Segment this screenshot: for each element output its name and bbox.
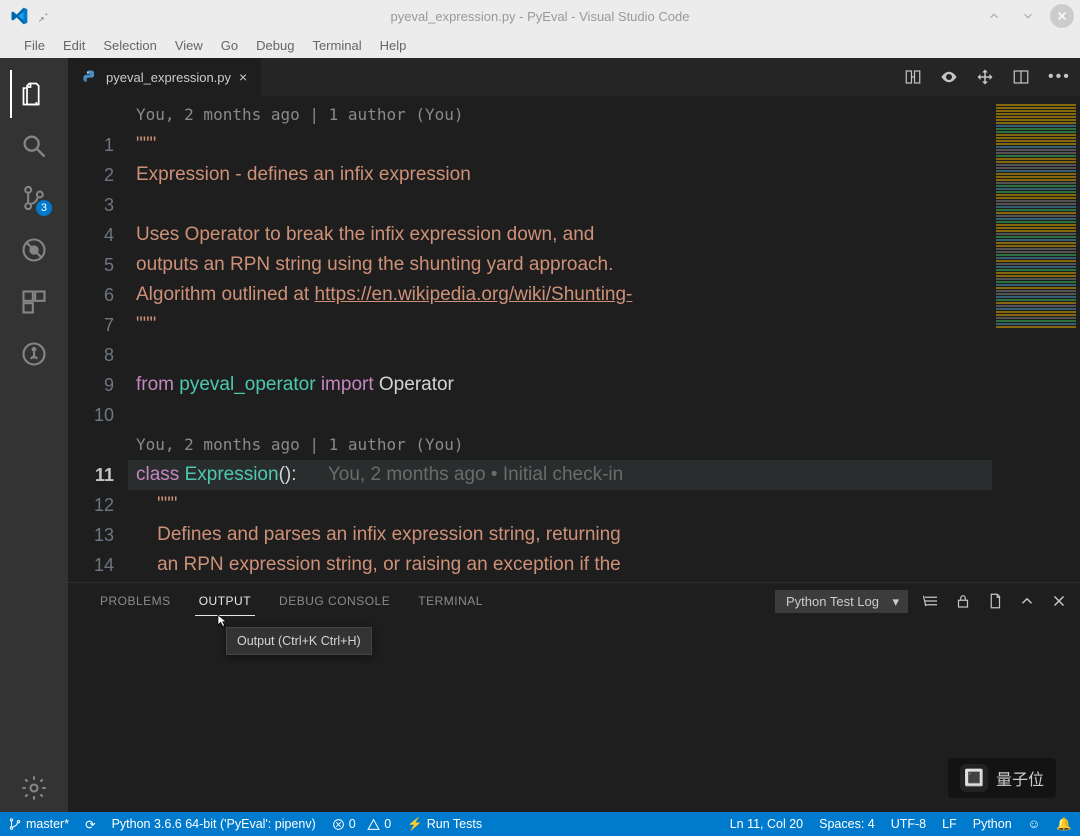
menu-debug[interactable]: Debug bbox=[248, 36, 302, 55]
status-branch[interactable]: master* bbox=[0, 812, 77, 836]
split-editor-icon[interactable] bbox=[1012, 68, 1030, 86]
panel-tab-terminal[interactable]: TERMINAL bbox=[404, 594, 497, 608]
output-tooltip: Output (Ctrl+K Ctrl+H) bbox=[226, 627, 372, 655]
activity-search[interactable] bbox=[10, 122, 58, 170]
vscode-logo-icon bbox=[10, 7, 28, 25]
status-notifications[interactable]: 🔔 bbox=[1048, 812, 1080, 836]
status-encoding[interactable]: UTF-8 bbox=[883, 812, 934, 836]
tab-filename: pyeval_expression.py bbox=[106, 70, 231, 85]
output-channel-select[interactable]: Python Test Log bbox=[775, 590, 908, 613]
titlebar: pyeval_expression.py - PyEval - Visual S… bbox=[0, 0, 1080, 32]
python-file-icon bbox=[82, 69, 98, 85]
status-eol[interactable]: LF bbox=[934, 812, 965, 836]
tab-close-icon[interactable]: × bbox=[239, 69, 247, 85]
status-feedback[interactable]: ☺ bbox=[1020, 812, 1049, 836]
toggle-file-blame-icon[interactable] bbox=[940, 68, 958, 86]
status-indentation[interactable]: Spaces: 4 bbox=[811, 812, 883, 836]
compare-changes-icon[interactable] bbox=[904, 68, 922, 86]
status-python-env[interactable]: Python 3.6.6 64-bit ('PyEval': pipenv) bbox=[104, 812, 324, 836]
activity-settings[interactable] bbox=[10, 764, 58, 812]
open-log-file-icon[interactable] bbox=[986, 592, 1004, 610]
panel-tab-problems[interactable]: PROBLEMS bbox=[86, 594, 185, 608]
git-branch-icon bbox=[8, 817, 22, 831]
minimap[interactable] bbox=[992, 96, 1080, 582]
activity-debug[interactable] bbox=[10, 226, 58, 274]
more-actions-icon[interactable]: ••• bbox=[1048, 68, 1066, 86]
editor-actions: ••• bbox=[904, 58, 1080, 96]
status-problems[interactable]: 0 0 bbox=[324, 812, 399, 836]
menu-edit[interactable]: Edit bbox=[55, 36, 93, 55]
status-cursor-position[interactable]: Ln 11, Col 20 bbox=[722, 812, 811, 836]
watermark-logo-icon: 🔳 bbox=[960, 764, 988, 792]
menu-selection[interactable]: Selection bbox=[95, 36, 164, 55]
scm-badge: 3 bbox=[36, 200, 52, 216]
statusbar: master* ⟳ Python 3.6.6 64-bit ('PyEval':… bbox=[0, 812, 1080, 836]
panel-close-icon[interactable] bbox=[1050, 592, 1068, 610]
pin-icon[interactable] bbox=[36, 9, 50, 23]
tabbar: pyeval_expression.py × ••• bbox=[68, 58, 1080, 96]
clear-output-icon[interactable] bbox=[922, 592, 940, 610]
close-button[interactable] bbox=[1050, 4, 1074, 28]
menu-go[interactable]: Go bbox=[213, 36, 246, 55]
panel-tab-output[interactable]: OUTPUT bbox=[185, 594, 265, 608]
status-sync[interactable]: ⟳ bbox=[77, 812, 103, 836]
codelens-file[interactable]: You, 2 months ago | 1 author (You) bbox=[128, 100, 992, 130]
inline-blame: You, 2 months ago • Initial check-in bbox=[328, 464, 623, 485]
editor[interactable]: 1 2 3 4 5 6 7 8 9 10 11 12 13 14 bbox=[68, 96, 1080, 582]
line-gutter: 1 2 3 4 5 6 7 8 9 10 11 12 13 14 bbox=[68, 96, 128, 582]
panel-tab-debug-console[interactable]: DEBUG CONSOLE bbox=[265, 594, 404, 608]
panel: PROBLEMS OUTPUT DEBUG CONSOLE TERMINAL P… bbox=[68, 582, 1080, 812]
menu-file[interactable]: File bbox=[16, 36, 53, 55]
activity-explorer[interactable] bbox=[10, 70, 58, 118]
lock-scroll-icon[interactable] bbox=[954, 592, 972, 610]
menu-view[interactable]: View bbox=[167, 36, 211, 55]
watermark: 🔳 量子位 bbox=[948, 758, 1056, 798]
window-title: pyeval_expression.py - PyEval - Visual S… bbox=[0, 9, 1080, 24]
code-content[interactable]: You, 2 months ago | 1 author (You) """ E… bbox=[128, 96, 992, 582]
activity-source-control[interactable]: 3 bbox=[10, 174, 58, 222]
activity-gitlens[interactable] bbox=[10, 330, 58, 378]
tab-pyeval-expression[interactable]: pyeval_expression.py × bbox=[68, 58, 262, 96]
activity-bar: 3 bbox=[0, 58, 68, 812]
error-icon bbox=[332, 818, 345, 831]
menubar: File Edit Selection View Go Debug Termin… bbox=[0, 32, 1080, 58]
menu-help[interactable]: Help bbox=[372, 36, 415, 55]
panel-maximize-icon[interactable] bbox=[1018, 592, 1036, 610]
status-language[interactable]: Python bbox=[965, 812, 1020, 836]
minimize-button[interactable] bbox=[982, 4, 1006, 28]
menu-terminal[interactable]: Terminal bbox=[304, 36, 369, 55]
status-run-tests[interactable]: ⚡Run Tests bbox=[399, 812, 490, 836]
open-changes-icon[interactable] bbox=[976, 68, 994, 86]
activity-extensions[interactable] bbox=[10, 278, 58, 326]
codelens-class[interactable]: You, 2 months ago | 1 author (You) bbox=[128, 430, 992, 460]
docstring-link[interactable]: https://en.wikipedia.org/wiki/Shunting- bbox=[315, 284, 633, 305]
maximize-button[interactable] bbox=[1016, 4, 1040, 28]
warning-icon bbox=[367, 818, 380, 831]
